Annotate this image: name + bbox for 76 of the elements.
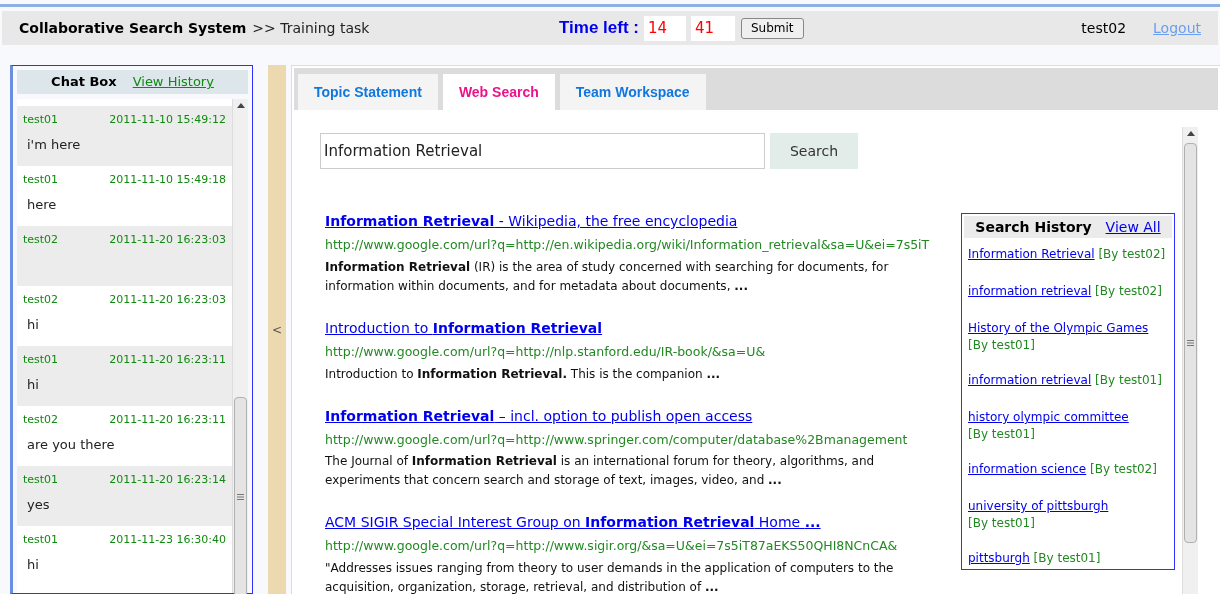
result-snippet: Introduction to Information Retrieval. This is the companion ... [325,365,722,383]
result-title-link[interactable]: Introduction to Information Retrieval [325,317,603,339]
seconds-field[interactable]: 41 [691,15,735,41]
result-title-link[interactable]: Information Retrieval – incl. option to publish open access [325,405,753,427]
grip-icon [237,494,244,500]
message-time: 2011-11-10 15:49:18 [109,172,226,188]
message-author: test02 [23,412,59,428]
history-query-link[interactable]: information retrieval [968,373,1092,387]
message-author: test02 [23,232,59,248]
message-time: 2011-11-20 16:23:11 [109,412,226,428]
app-title: Collaborative Search System [19,18,247,38]
message-author: test01 [23,472,59,488]
message-author: test01 [23,112,59,128]
history-query-link[interactable]: pittsburgh [968,551,1030,565]
collapse-splitter[interactable]: < [268,65,286,594]
history-author: [By test01] [968,338,1035,352]
view-history-link[interactable]: View History [132,72,214,92]
scrollbar[interactable] [1182,127,1198,594]
tab[interactable]: Web Search [442,74,555,110]
search-history-title: Search History [975,217,1092,237]
message-time: 2011-11-20 16:23:11 [109,352,226,368]
message-time: 2011-11-20 16:23:03 [109,232,226,248]
result-snippet: Information Retrieval (IR) is the area of study concerned with searching for documents, for information within documents, and for metadata about documents, ... [325,258,890,295]
message-time: 2011-11-10 15:49:12 [109,112,226,128]
breadcrumb: >> Training task [252,18,370,38]
result-url: http://www.google.com/url?q=http://www.springer.com/computer/database%2Bmanagement [325,430,909,449]
history-query-link[interactable]: history olympic committee [968,410,1129,424]
scroll-thumb[interactable] [234,397,247,594]
history-author: [By test01] [968,516,1035,530]
history-query-link[interactable]: History of the Olympic Games [968,321,1149,335]
history-query-link[interactable]: information science [968,462,1087,476]
tab[interactable]: Team Workspace [559,74,706,110]
grip-icon [1187,340,1194,346]
message-text: hi [26,375,40,394]
message-author: test01 [23,172,59,188]
history-query-link[interactable]: information retrieval [968,284,1092,298]
message-time: 2011-11-23 16:30:40 [109,532,226,548]
chat-title: Chat Box [51,73,117,92]
history-author: [By test01] [968,427,1035,441]
result-url: http://www.google.com/url?q=http://en.wikipedia.org/wiki/Information_retrieval&sa=U&ei=7s5iT [325,236,931,254]
username: test02 [1081,18,1127,38]
result-title-link[interactable]: Information Retrieval - Wikipedia, the free encyclopedia [325,211,738,232]
message-author: test01 [23,352,59,368]
message-time: 2011-11-20 16:23:14 [109,472,226,488]
message-time: 2011-11-20 16:23:03 [109,292,226,308]
history-author: [By test01] [1033,551,1101,565]
message-text: hi [26,315,40,334]
result-title-link[interactable]: ACM SIGIR Special Interest Group on Information Retrieval Home ... [325,512,821,534]
scrollbar[interactable] [232,99,248,593]
message-author: test02 [23,292,59,308]
history-author: [By test02] [1098,247,1166,261]
scroll-up-icon[interactable] [237,103,245,108]
result-snippet: "Addresses issues ranging from theory to user demands in the application of computers to the acquisition, organization, storage, retrieval, and distribution of ... [325,560,895,594]
minutes-field[interactable]: 14 [644,15,686,41]
search-button[interactable]: Search [770,133,858,169]
message-text: i'm here [26,135,82,154]
history-author: [By test02] [1095,284,1162,298]
history-query-link[interactable]: Information Retrieval [968,247,1095,261]
result-url: http://www.google.com/url?q=http://www.sigir.org/&sa=U&ei=7s5iT87aEKS50QHI8NCnCA& [325,537,899,556]
history-author: [By test01] [1095,373,1162,387]
message-text: hi [26,555,40,574]
history-author: [By test02] [1090,462,1157,476]
view-all-link[interactable]: View All [1105,216,1161,238]
result-url: http://www.google.com/url?q=http://nlp.stanford.edu/IR-book/&sa=U& [325,342,767,361]
submit-button[interactable]: Submit [741,17,804,39]
message-text: here [26,195,58,214]
message-text: yes [26,495,51,514]
message-author: test01 [23,532,59,548]
scroll-up-icon[interactable] [1187,131,1195,136]
timer-label: Time left : [559,17,639,40]
search-field[interactable]: Information Retrieval [320,133,765,169]
history-query-link[interactable]: university of pittsburgh [968,499,1109,513]
tab[interactable]: Topic Statement [298,74,438,110]
scroll-thumb[interactable] [1184,143,1197,543]
result-snippet: The Journal of Information Retrieval is an international forum for theory, algorithms, and experiments that concern search and storage of text, images, video, and ... [325,453,876,490]
message-text: are you there [26,435,116,454]
